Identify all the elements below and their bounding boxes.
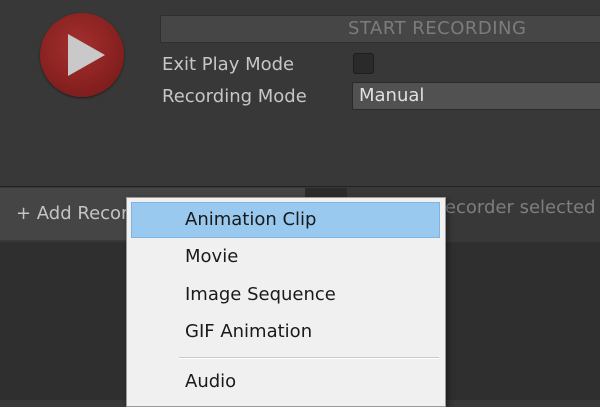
menu-item-audio[interactable]: Audio bbox=[131, 364, 440, 400]
recorder-settings-panel: START RECORDING Exit Play Mode Recording… bbox=[0, 0, 600, 186]
menu-item-gif-animation[interactable]: GIF Animation bbox=[131, 314, 440, 350]
add-recorder-menu: Animation Clip Movie Image Sequence GIF … bbox=[126, 197, 446, 407]
exit-play-mode-label: Exit Play Mode bbox=[162, 54, 295, 75]
recording-mode-label: Recording Mode bbox=[162, 86, 307, 107]
recording-mode-dropdown[interactable]: Manual bbox=[352, 82, 600, 110]
play-icon bbox=[68, 34, 105, 76]
exit-play-mode-checkbox[interactable] bbox=[353, 53, 374, 74]
start-recording-button[interactable]: START RECORDING bbox=[160, 15, 600, 43]
menu-item-animation-clip[interactable]: Animation Clip bbox=[131, 202, 440, 238]
menu-separator bbox=[179, 357, 439, 359]
menu-item-image-sequence[interactable]: Image Sequence bbox=[131, 277, 440, 313]
record-button[interactable] bbox=[40, 13, 124, 97]
menu-item-movie[interactable]: Movie bbox=[131, 239, 440, 275]
